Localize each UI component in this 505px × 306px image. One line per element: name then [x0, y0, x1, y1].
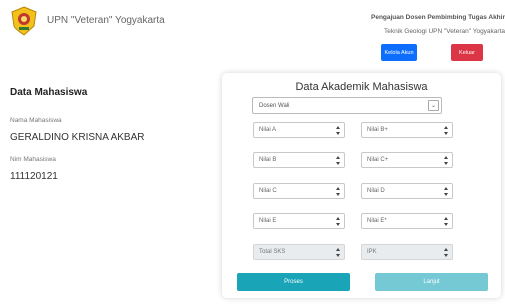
- academic-card-title: Data Akademik Mahasiswa: [295, 81, 428, 93]
- ipk-placeholder: IPK: [367, 249, 377, 255]
- student-name-value: GERALDINO KRISNA AKBAR: [10, 132, 145, 143]
- nilai-a-input[interactable]: Nilai A: [253, 122, 345, 138]
- spinner-icon[interactable]: [443, 187, 449, 196]
- total-sks-placeholder: Total SKS: [259, 249, 286, 255]
- spinner-icon[interactable]: [335, 126, 341, 135]
- header-subtitle: Teknik Geologi UPN "Veteran" Yogyakarta: [384, 28, 505, 35]
- nilai-e-star-input[interactable]: Nilai E*: [361, 213, 453, 229]
- nilai-c-plus-placeholder: Nilai C+: [367, 157, 389, 163]
- spinner-icon[interactable]: [335, 156, 341, 165]
- app-title: UPN "Veteran" Yogyakarta: [47, 15, 165, 26]
- header-title: Pengajuan Dosen Pembimbing Tugas Akhir: [371, 14, 505, 21]
- student-section-title: Data Mahasiswa: [10, 87, 88, 98]
- nilai-c-placeholder: Nilai C: [259, 188, 277, 194]
- nilai-b-plus-input[interactable]: Nilai B+: [361, 122, 453, 138]
- nilai-e-input[interactable]: Nilai E: [253, 213, 345, 229]
- nilai-b-plus-placeholder: Nilai B+: [367, 127, 388, 133]
- nilai-d-placeholder: Nilai D: [367, 188, 385, 194]
- student-nim-value: 111120121: [10, 171, 58, 182]
- university-logo: [11, 6, 37, 36]
- nilai-b-placeholder: Nilai B: [259, 157, 277, 163]
- student-nim-label: Nim Mahasiswa: [10, 156, 56, 163]
- dosen-wali-select[interactable]: Dosen Wali ⌄: [252, 97, 442, 114]
- spinner-icon[interactable]: [443, 126, 449, 135]
- spinner-icon[interactable]: [443, 156, 449, 165]
- nilai-d-input[interactable]: Nilai D: [361, 183, 453, 199]
- spinner-icon[interactable]: [443, 217, 449, 226]
- manage-account-button[interactable]: Kelola Akun: [381, 44, 417, 61]
- student-name-label: Nama Mahasiswa: [10, 117, 62, 124]
- lanjut-button[interactable]: Lanjut: [375, 273, 488, 291]
- spinner-icon: [443, 248, 449, 257]
- nilai-a-placeholder: Nilai A: [259, 127, 277, 133]
- nilai-e-placeholder: Nilai E: [259, 218, 277, 224]
- total-sks-field: Total SKS: [253, 244, 345, 260]
- logout-button[interactable]: Keluar: [451, 44, 483, 61]
- nilai-b-input[interactable]: Nilai B: [253, 152, 345, 168]
- chevron-down-icon: ⌄: [428, 100, 439, 111]
- spinner-icon: [335, 248, 341, 257]
- proses-button[interactable]: Proses: [237, 273, 350, 291]
- spinner-icon[interactable]: [335, 187, 341, 196]
- nilai-c-plus-input[interactable]: Nilai C+: [361, 152, 453, 168]
- ipk-field: IPK: [361, 244, 453, 260]
- spinner-icon[interactable]: [335, 217, 341, 226]
- nilai-e-star-placeholder: Nilai E*: [367, 218, 387, 224]
- page-header: UPN "Veteran" Yogyakarta Pengajuan Dosen…: [0, 0, 505, 70]
- dosen-wali-select-value: Dosen Wali: [259, 102, 290, 109]
- academic-data-card: Data Akademik Mahasiswa Dosen Wali ⌄ Nil…: [222, 73, 501, 298]
- nilai-c-input[interactable]: Nilai C: [253, 183, 345, 199]
